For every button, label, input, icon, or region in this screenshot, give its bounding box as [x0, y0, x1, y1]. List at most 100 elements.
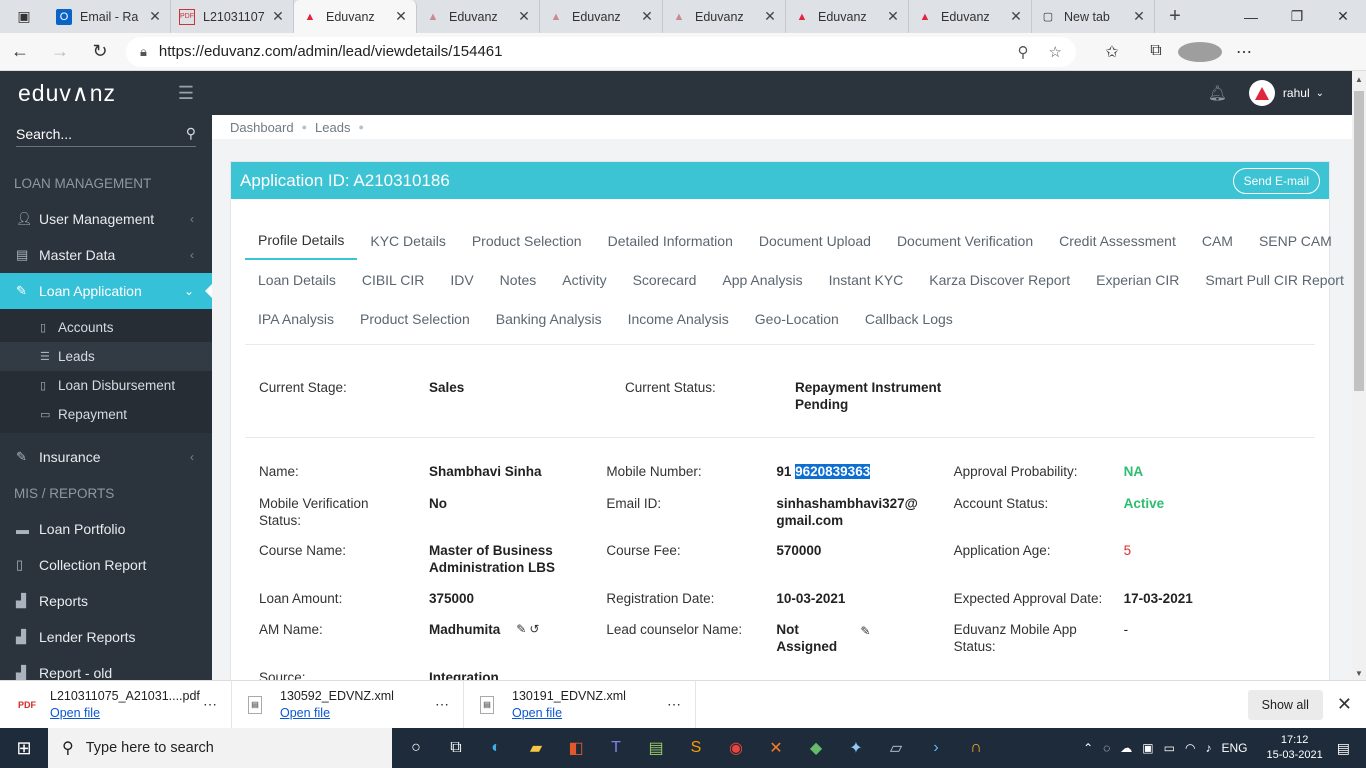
download-item[interactable]: PDF L210311075_A21031....pdf Open file ⋯	[0, 680, 232, 729]
notepad-icon[interactable]: ▤	[636, 728, 676, 768]
close-tab-icon[interactable]: ✕	[886, 8, 900, 25]
language-indicator[interactable]: ENG	[1221, 741, 1247, 755]
sidebar-item-user-management[interactable]: 👤︎ User Management ‹	[0, 201, 212, 237]
tab-kyc-details[interactable]: KYC Details	[357, 221, 458, 260]
favorites-icon[interactable]: ✩	[1090, 42, 1134, 62]
cloud-icon[interactable]: ☁	[1120, 741, 1132, 755]
tab-product-selection[interactable]: Product Selection	[459, 221, 595, 260]
close-tab-icon[interactable]: ✕	[1009, 8, 1023, 25]
close-tab-icon[interactable]: ✕	[394, 8, 408, 25]
more-options-icon[interactable]: ⋯	[667, 696, 681, 713]
browser-tab[interactable]: O Email - Ra ✕	[48, 0, 171, 33]
pencil-icon[interactable]: ✎	[860, 623, 870, 640]
sidebar-item-report-old[interactable]: ▟ Report - old	[0, 655, 212, 680]
close-tab-icon[interactable]: ✕	[148, 8, 162, 25]
office-icon[interactable]: ◧	[556, 728, 596, 768]
new-tab-button[interactable]: +	[1155, 0, 1195, 33]
powershell-icon[interactable]: ›	[916, 728, 956, 768]
tab-experian-cir[interactable]: Experian CIR	[1083, 260, 1192, 299]
scroll-down-icon[interactable]: ▼	[1352, 669, 1366, 678]
sidebar-subitem-repayment[interactable]: ▭ Repayment	[0, 400, 212, 429]
restore-icon[interactable]: ❐	[1274, 0, 1320, 33]
url-text[interactable]: https://eduvanz.com/admin/lead/viewdetai…	[159, 43, 998, 60]
tab-product-selection[interactable]: Product Selection	[347, 299, 483, 338]
tab-ipa-analysis[interactable]: IPA Analysis	[245, 299, 347, 338]
sidebar-item-master-data[interactable]: ▤ Master Data ‹	[0, 237, 212, 273]
browser-tab[interactable]: ▲ Eduvanz ✕	[540, 0, 663, 33]
add-favorite-icon[interactable]: ☆	[1049, 43, 1062, 61]
notification-icon[interactable]: ▤	[1337, 740, 1350, 757]
browser-tab[interactable]: ▲ Eduvanz ✕	[663, 0, 786, 33]
scroll-up-icon[interactable]: ▲	[1352, 75, 1366, 84]
tab-smart-pull-cir-report[interactable]: Smart Pull CIR Report	[1192, 260, 1352, 299]
tab-instant-kyc[interactable]: Instant KYC	[816, 260, 917, 299]
eduvanz-logo[interactable]: eduv∧nz	[18, 80, 116, 107]
back-icon[interactable]: ←	[0, 41, 40, 62]
xampp-icon[interactable]: ✕	[756, 728, 796, 768]
search-icon[interactable]: ⚲	[186, 125, 196, 142]
tab-banking-analysis[interactable]: Banking Analysis	[483, 299, 615, 338]
wifi-icon[interactable]: ◠	[1185, 741, 1195, 755]
app-icon[interactable]: ▱	[876, 728, 916, 768]
tray-icon[interactable]: ◌	[1103, 741, 1110, 755]
lock-icon[interactable]: 🔒︎	[140, 44, 147, 60]
browser-tab[interactable]: ▲ Eduvanz ✕	[909, 0, 1032, 33]
sidebar-item-collection-report[interactable]: ▯ Collection Report	[0, 547, 212, 583]
browser-tab[interactable]: ▢ New tab ✕	[1032, 0, 1155, 33]
mobile-number-selected[interactable]: 9620839363	[795, 464, 871, 479]
close-tab-icon[interactable]: ✕	[640, 8, 654, 25]
scroll-thumb[interactable]	[1354, 91, 1364, 391]
cortana-icon[interactable]: ○	[396, 728, 436, 768]
chrome-icon[interactable]: ◉	[716, 728, 756, 768]
tab-document-verification[interactable]: Document Verification	[884, 221, 1046, 260]
network-app-icon[interactable]: ✦	[836, 728, 876, 768]
open-file-link[interactable]: Open file	[50, 706, 203, 720]
profile-icon[interactable]	[1178, 41, 1222, 62]
tab-credit-assessment[interactable]: Credit Assessment	[1046, 221, 1189, 260]
hamburger-icon[interactable]: ☰	[178, 83, 194, 104]
close-tab-icon[interactable]: ✕	[271, 8, 285, 25]
user-name[interactable]: rahul	[1283, 86, 1310, 100]
close-window-icon[interactable]: ✕	[1320, 0, 1366, 33]
sidebar-subitem-loan-disbursement[interactable]: ▯ Loan Disbursement	[0, 371, 212, 400]
volume-icon[interactable]: ♪	[1205, 741, 1211, 755]
sidebar-item-insurance[interactable]: ✎ Insurance ‹	[0, 439, 212, 475]
tab-profile-details[interactable]: Profile Details	[245, 221, 358, 260]
tab-actions-icon[interactable]: ▣	[0, 0, 48, 33]
windows-start-icon[interactable]: ⊞	[0, 738, 48, 759]
tab-idv[interactable]: IDV	[437, 260, 486, 299]
close-tab-icon[interactable]: ✕	[517, 8, 531, 25]
tab-notes[interactable]: Notes	[487, 260, 550, 299]
close-tab-icon[interactable]: ✕	[763, 8, 777, 25]
taskbar-search[interactable]: ⚲ Type here to search	[48, 728, 392, 768]
url-bar[interactable]: 🔒︎ https://eduvanz.com/admin/lead/viewde…	[126, 36, 1076, 67]
history-icon[interactable]: ↺	[529, 621, 539, 638]
vpn-icon[interactable]: ∩	[956, 728, 996, 768]
teams-icon[interactable]: T	[596, 728, 636, 768]
page-scrollbar[interactable]: ▲ ▼	[1352, 71, 1366, 680]
tab-loan-details[interactable]: Loan Details	[245, 260, 349, 299]
download-item[interactable]: ▤ 130191_EDVNZ.xml Open file ⋯	[464, 680, 696, 729]
avatar[interactable]	[1248, 80, 1275, 106]
more-options-icon[interactable]: ⋯	[435, 696, 449, 713]
download-item[interactable]: ▤ 130592_EDVNZ.xml Open file ⋯	[232, 680, 464, 729]
browser-tab[interactable]: ▲ Eduvanz ✕	[786, 0, 909, 33]
app-icon[interactable]: ◆	[796, 728, 836, 768]
tab-cibil-cir[interactable]: CIBIL CIR	[349, 260, 438, 299]
battery-icon[interactable]: ▭	[1164, 741, 1175, 755]
tab-callback-logs[interactable]: Callback Logs	[852, 299, 966, 338]
sidebar-search[interactable]: Search... ⚲	[16, 121, 196, 147]
close-icon[interactable]: ✕	[1337, 694, 1352, 715]
close-tab-icon[interactable]: ✕	[1132, 8, 1146, 25]
sidebar-subitem-leads[interactable]: ☰ Leads	[0, 342, 212, 371]
more-options-icon[interactable]: ⋯	[203, 696, 217, 713]
tray-icon[interactable]: ▣	[1142, 741, 1153, 755]
clock[interactable]: 17:12 15-03-2021	[1266, 733, 1322, 763]
tab-cam[interactable]: CAM	[1189, 221, 1246, 260]
forward-icon[interactable]: →	[40, 41, 80, 62]
zoom-icon[interactable]: ⚲	[1018, 43, 1029, 61]
sublime-icon[interactable]: S	[676, 728, 716, 768]
pencil-icon[interactable]: ✎	[516, 621, 526, 638]
collections-icon[interactable]: ⧉	[1134, 42, 1178, 62]
tab-income-analysis[interactable]: Income Analysis	[615, 299, 742, 338]
